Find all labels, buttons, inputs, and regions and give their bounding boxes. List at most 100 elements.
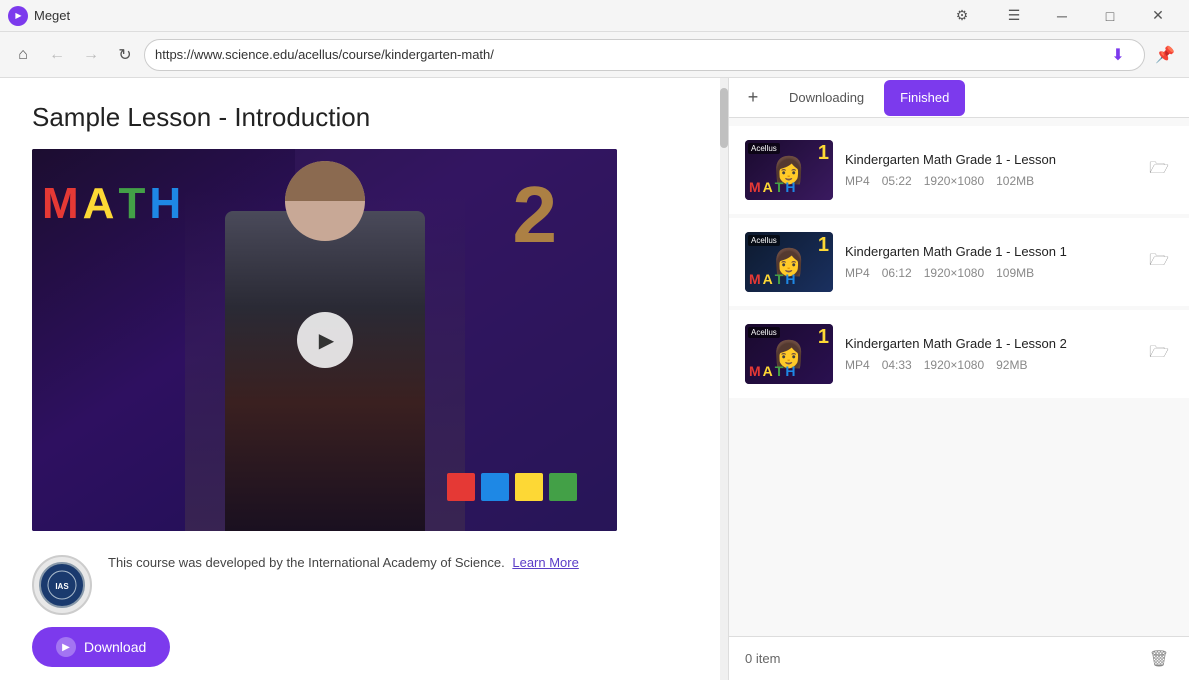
download-btn-icon: ▶: [56, 637, 76, 657]
download-item: Acellus 1 M A T H 👩 Kindergarten Math Gr…: [729, 126, 1189, 214]
dl-format-0: MP4: [845, 174, 870, 188]
title-bar-controls: ⚙ ☰ ─ □ ✕: [939, 0, 1181, 32]
forward-button[interactable]: →: [76, 40, 106, 70]
download-item-1: Acellus 1 M A T H 👩 Kindergarten Math Gr…: [729, 218, 1189, 306]
dl-info-0: Kindergarten Math Grade 1 - Lesson MP4 0…: [845, 152, 1133, 189]
close-button[interactable]: ✕: [1135, 0, 1181, 32]
dl-size-0: 102MB: [996, 174, 1034, 188]
lesson-title: Sample Lesson - Introduction: [32, 102, 696, 133]
tl2-a: A: [763, 271, 773, 287]
dl-title-2: Kindergarten Math Grade 1 - Lesson 2: [845, 336, 1133, 353]
block-yellow: [515, 473, 543, 501]
dl-info-1: Kindergarten Math Grade 1 - Lesson 1 MP4…: [845, 244, 1133, 281]
right-panel: + Downloading Finished Acellus 1 M A T H: [729, 78, 1189, 680]
tab-downloading[interactable]: Downloading: [773, 80, 880, 116]
dl-folder-button-2[interactable]: 🗁: [1145, 340, 1173, 368]
letter-t: T: [118, 179, 145, 229]
block-red: [447, 473, 475, 501]
tl3-t: T: [775, 363, 784, 379]
course-description-area: This course was developed by the Interna…: [108, 555, 579, 570]
tl2-m: M: [749, 271, 761, 287]
tl-a: A: [763, 179, 773, 195]
video-player[interactable]: 2 M A T H: [32, 149, 617, 531]
page-content: Sample Lesson - Introduction 2 M A T H: [0, 78, 728, 680]
tab-finished[interactable]: Finished: [884, 80, 965, 116]
download-icon: ▶: [62, 642, 70, 653]
course-footer: IAS This course was developed by the Int…: [32, 555, 696, 615]
thumb-letters-0: M A T H: [749, 179, 795, 195]
trash-button[interactable]: 🗑: [1145, 645, 1173, 673]
tl3-a: A: [763, 363, 773, 379]
panel-footer: 0 item 🗑: [729, 636, 1189, 680]
app-icon: [8, 6, 28, 26]
minimize-button[interactable]: ─: [1039, 0, 1085, 32]
toolbar: ⌂ ← → ↻ ⬇ 📌: [0, 32, 1189, 78]
teacher-head: [285, 161, 365, 241]
dl-size-2: 92MB: [996, 358, 1027, 372]
thumb-bg-1: Acellus 1 M A T H 👩: [745, 232, 833, 292]
dl-format-1: MP4: [845, 266, 870, 280]
refresh-button[interactable]: ↻: [110, 40, 140, 70]
add-tab-button[interactable]: +: [737, 82, 769, 114]
maximize-button[interactable]: □: [1087, 0, 1133, 32]
main-layout: Sample Lesson - Introduction 2 M A T H: [0, 78, 1189, 680]
dl-resolution-2: 1920×1080: [924, 358, 984, 372]
tl2-h: H: [785, 271, 795, 287]
download-item-2: Acellus 1 M A T H 👩 Kindergarten Math Gr…: [729, 310, 1189, 398]
address-input[interactable]: [155, 47, 1096, 62]
thumb-bg-0: Acellus 1 M A T H 👩: [745, 140, 833, 200]
scrollbar-thumb[interactable]: [720, 88, 728, 148]
dl-thumbnail-0: Acellus 1 M A T H 👩: [745, 140, 833, 200]
downloads-list: Acellus 1 M A T H 👩 Kindergarten Math Gr…: [729, 118, 1189, 636]
dl-title-0: Kindergarten Math Grade 1 - Lesson: [845, 152, 1133, 169]
math-letters: M A T H: [42, 179, 181, 229]
learn-more-link[interactable]: Learn More: [512, 555, 578, 570]
dl-thumbnail-2: Acellus 1 M A T H 👩: [745, 324, 833, 384]
thumb-brand-0: Acellus: [748, 143, 780, 154]
download-btn-wrap: ▶ Download: [32, 627, 696, 667]
tl2-t: T: [775, 271, 784, 287]
menu-button[interactable]: ☰: [991, 0, 1037, 32]
thumb-letters-2: M A T H: [749, 363, 795, 379]
dl-thumbnail-1: Acellus 1 M A T H 👩: [745, 232, 833, 292]
browser-content: Sample Lesson - Introduction 2 M A T H: [0, 78, 729, 680]
back-button[interactable]: ←: [42, 40, 72, 70]
dl-duration-1: 06:12: [882, 266, 912, 280]
block-green: [549, 473, 577, 501]
thumb-num-0: 1: [818, 142, 829, 165]
title-bar-left: Meget: [8, 6, 70, 26]
thumb-brand-2: Acellus: [748, 327, 780, 338]
download-btn-label: Download: [84, 639, 146, 655]
play-button[interactable]: [297, 312, 353, 368]
address-bar[interactable]: ⬇: [144, 39, 1145, 71]
pin-button[interactable]: 📌: [1149, 39, 1181, 71]
tl3-m: M: [749, 363, 761, 379]
tl-m: M: [749, 179, 761, 195]
course-logo: IAS: [32, 555, 92, 615]
download-button[interactable]: ▶ Download: [32, 627, 170, 667]
home-button[interactable]: ⌂: [8, 40, 38, 70]
thumb-bg-2: Acellus 1 M A T H 👩: [745, 324, 833, 384]
dl-info-2: Kindergarten Math Grade 1 - Lesson 2 MP4…: [845, 336, 1133, 373]
thumb-num-1: 1: [818, 234, 829, 257]
settings-button[interactable]: ⚙: [939, 0, 985, 32]
dl-folder-button-1[interactable]: 🗁: [1145, 248, 1173, 276]
panel-tabs: + Downloading Finished: [729, 78, 1189, 118]
svg-text:IAS: IAS: [55, 582, 69, 591]
dl-resolution-0: 1920×1080: [924, 174, 984, 188]
download-page-button[interactable]: ⬇: [1102, 39, 1134, 71]
title-bar: Meget ⚙ ☰ ─ □ ✕: [0, 0, 1189, 32]
logo-svg: IAS: [38, 561, 86, 609]
app-title: Meget: [34, 8, 70, 23]
dl-meta-0: MP4 05:22 1920×1080 102MB: [845, 174, 1133, 188]
scrollbar-track[interactable]: [720, 78, 728, 680]
dl-resolution-1: 1920×1080: [924, 266, 984, 280]
teacher-body: [225, 211, 425, 531]
tl-h: H: [785, 179, 795, 195]
letter-m: M: [42, 179, 79, 229]
letter-a: A: [83, 179, 115, 229]
block-blue: [481, 473, 509, 501]
dl-format-2: MP4: [845, 358, 870, 372]
dl-size-1: 109MB: [996, 266, 1034, 280]
dl-folder-button-0[interactable]: 🗁: [1145, 156, 1173, 184]
